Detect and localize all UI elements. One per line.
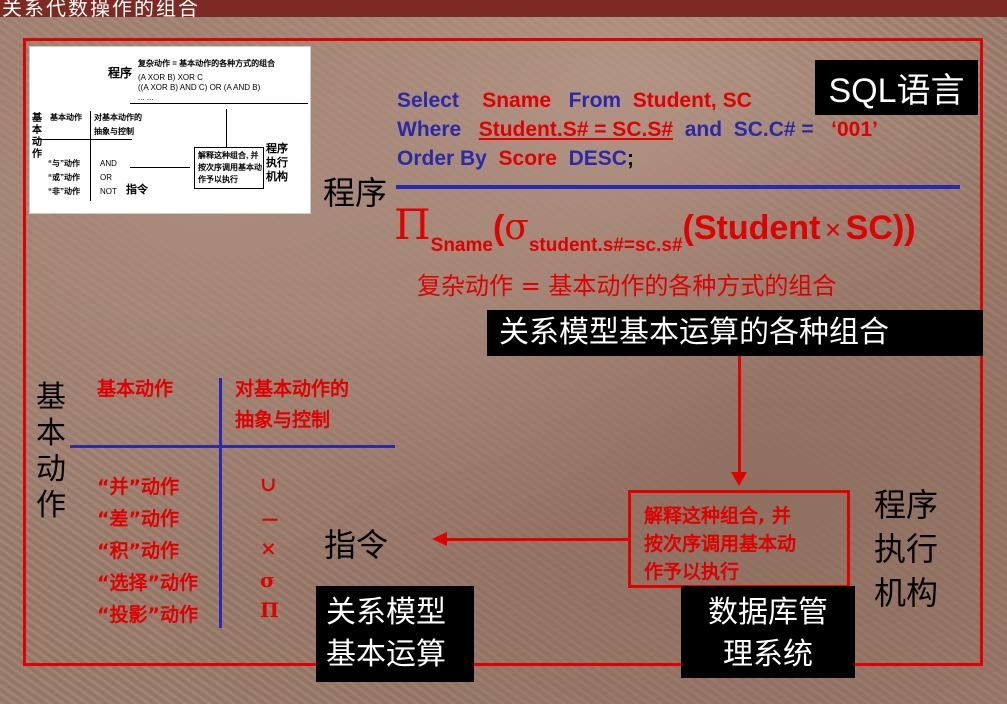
left-arrow-head (432, 532, 447, 546)
op-product-name: “积”动作 (97, 540, 179, 562)
op-selection-name: “选择”动作 (97, 572, 198, 594)
relational-algebra-formula: ΠSname(σstudent.s#=sc.s#(Student × SC)) (394, 200, 916, 257)
selection-subscript: student.s#=sc.s# (528, 235, 683, 256)
thumb-not-action: “非”动作 (48, 187, 80, 196)
projection-op-symbol: Π (260, 598, 279, 622)
thumb-v1: 基 (32, 113, 42, 124)
sql-from-tables: Student, SC (632, 89, 752, 112)
thumb-arrow (130, 167, 190, 168)
thumb-hline (32, 139, 132, 140)
thumb-instruction: 指令 (126, 184, 148, 196)
sql-semicolon: ; (626, 147, 634, 170)
thumb-v2: 本 (32, 125, 42, 136)
complex-action-text: 复杂动作 = 基本动作的各种方式的组合 (417, 272, 837, 300)
sql-course-value: ‘001’ (831, 118, 878, 141)
sql-line-2: Where Student.S# = SC.S# and SC.C# = ‘00… (397, 118, 878, 142)
selection-symbol: σ (504, 207, 529, 248)
product-symbol: × (824, 214, 842, 245)
thumb-and-action: “与”动作 (48, 159, 80, 168)
thumb-not: NOT (100, 187, 117, 196)
dbms-line-1: 数据库管 (708, 595, 828, 630)
left-arrow-line (446, 538, 628, 541)
program-label: 程序 (323, 174, 388, 212)
thumb-or: OR (100, 173, 112, 182)
thumb-exec-2: 执行 (266, 157, 288, 169)
exec-org-line-1: 程序 (874, 486, 939, 524)
thumb-interpret-3: 作予以执行 (198, 175, 238, 184)
thumb-rule (130, 103, 308, 104)
thumb-abstract-1: 对基本动作的 (94, 113, 142, 122)
sql-join-condition: Student.S# = SC.S# (478, 118, 674, 141)
down-arrow-head (731, 472, 747, 486)
thumb-interpret-2: 按次序调用基本动 (198, 163, 262, 172)
sql-from-keyword: From (568, 89, 622, 112)
thumb-or-action: “或”动作 (48, 173, 80, 182)
difference-symbol: － (260, 508, 280, 532)
program-rule (396, 185, 960, 189)
interpret-line-1: 解释这种组合, 并 (644, 505, 791, 527)
exec-org-line-3: 机构 (874, 574, 939, 612)
title-bar-text: 关系代数操作的组合 (2, 0, 200, 17)
op-union-name: “并”动作 (97, 476, 179, 498)
thumb-down-line (226, 109, 227, 147)
sql-line-3: Order By Score DESC; (397, 147, 634, 171)
table-header-abstract-1: 对基本动作的 (235, 378, 350, 400)
projection-subscript: Sname (430, 235, 493, 256)
thumb-exec-1: 程序 (266, 143, 288, 155)
relational-basic-ops-box: 关系模型 基本运算 (316, 586, 474, 682)
selection-op-symbol: σ (260, 568, 275, 592)
sql-desc-keyword: DESC (568, 147, 627, 170)
product-op-symbol: × (260, 536, 277, 560)
sql-orderby-keyword: Order By (397, 147, 487, 170)
table-header-abstract-2: 抽象与控制 (235, 409, 331, 431)
table-horizontal-divider (70, 445, 395, 448)
rel-basic-line-1: 关系模型 (326, 595, 446, 630)
sql-order-column: Score (498, 147, 557, 170)
exec-org-line-2: 执行 (874, 530, 939, 568)
instruction-label: 指令 (324, 526, 389, 564)
sql-language-label: SQL语言 (828, 72, 965, 110)
sql-select-column: Sname (482, 89, 552, 112)
thumb-program: 程序 (108, 66, 133, 80)
interpret-box: 解释这种组合, 并 按次序调用基本动 作予以执行 (628, 490, 850, 588)
table-header-basic: 基本动作 (97, 378, 174, 400)
table-vertical-divider (219, 378, 222, 628)
thumb-exec-3: 机构 (266, 171, 288, 183)
sql-and-keyword: and (684, 118, 723, 141)
sql-line-1: Select Sname From Student, SC (397, 89, 752, 113)
thumb-complex: 复杂动作 = 基本动作的各种方式的组合 (138, 59, 276, 68)
op-projection-name: “投影”动作 (97, 604, 198, 626)
thumb-basic: 基本动作 (50, 113, 82, 122)
relational-combination-box: 关系模型基本运算的各种组合 (487, 310, 983, 356)
formula-student: (Student (682, 209, 821, 247)
op-difference-name: “差”动作 (97, 508, 179, 530)
thumb-and: AND (100, 159, 117, 168)
thumb-abstract-2: 抽象与控制 (94, 127, 134, 136)
thumb-combo1: (A XOR B) XOR C (138, 73, 203, 82)
dbms-box: 数据库管 理系统 (681, 586, 855, 678)
thumbnail-diagram: 程序 复杂动作 = 基本动作的各种方式的组合 (A XOR B) XOR C (… (29, 46, 311, 214)
thumb-v4: 作 (32, 149, 42, 160)
projection-symbol: Π (394, 200, 431, 249)
dbms-line-2: 理系统 (723, 637, 813, 672)
formula-open-paren: ( (492, 209, 505, 247)
interpret-line-3: 作予以执行 (644, 561, 740, 583)
down-arrow-line (738, 356, 741, 474)
thumb-combo2: ((A XOR B) AND C) OR (A AND B) (138, 83, 261, 92)
title-bar: 关系代数操作的组合 (0, 0, 1007, 17)
sql-where-keyword: Where (397, 118, 462, 141)
sql-select-keyword: Select (397, 89, 459, 112)
sql-course-field: SC.C# = (733, 118, 814, 141)
thumb-interpret-1: 解释这种组合, 并 (198, 151, 259, 160)
thumb-dots: ... ... (138, 93, 154, 102)
basic-action-char-4: 作 (36, 488, 66, 523)
sql-language-badge: SQL语言 (815, 60, 978, 115)
union-symbol: ∪ (260, 472, 277, 496)
thumb-vline (90, 111, 91, 201)
formula-sc-close: SC)) (845, 209, 916, 247)
interpret-line-2: 按次序调用基本动 (644, 533, 797, 555)
rel-basic-line-2: 基本运算 (326, 637, 446, 672)
